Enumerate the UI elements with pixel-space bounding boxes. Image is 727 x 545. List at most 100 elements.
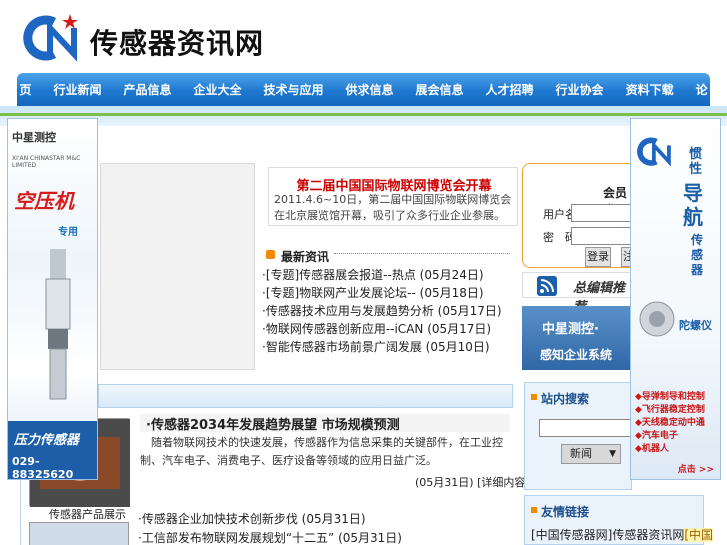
ad-small-title: 惯性	[689, 147, 703, 177]
banner-line1: 中星测控·	[542, 322, 599, 337]
news-date: (05月31日)	[301, 512, 366, 526]
nav-item-forum[interactable]: 论 坛	[685, 81, 727, 98]
article-title[interactable]: ·传感器2034年发展趋势展望 市场规模预测	[140, 414, 510, 433]
chevron-down-icon: ▼	[609, 449, 616, 459]
news-date: (05月10日)	[425, 340, 490, 354]
pressure-sensor-icon	[45, 249, 71, 400]
list-item[interactable]: ·工信部发布物联网发展规划“十二五” (05月31日)	[138, 529, 402, 545]
page: 传感器资讯网 首 页 行业新闻 产品信息 企业大全 技术与应用 供求信息 展会信…	[0, 0, 727, 545]
main-nav: 首 页 行业新闻 产品信息 企业大全 技术与应用 供求信息 展会信息 人才招聘 …	[3, 73, 724, 106]
headline-desc: 2011.4.6~10日，第二届中国国际物联网博览会在北京展览馆开幕，吸引了众多…	[274, 193, 512, 222]
friend-title: 友情链接	[541, 505, 590, 519]
nav-item-supply[interactable]: 供求信息	[335, 81, 405, 98]
ad-brand: 中星测控	[12, 131, 56, 144]
news-title[interactable]: ·[专题]传感器展会报道--热点	[262, 268, 416, 282]
ad-feature: ◆机器人	[635, 444, 669, 454]
ad-title-sub: 专用	[58, 227, 78, 238]
dotted-divider	[334, 253, 510, 254]
bullet-icon	[531, 507, 537, 513]
news-title[interactable]: ·智能传感器市场前景广阔发展	[262, 340, 422, 354]
ad-band-title: 压力传感器	[14, 433, 80, 448]
login-panel: 会员登录 用户名： 密 码： 登录 注册	[522, 163, 647, 268]
article-more-link[interactable]: [详细内容]	[477, 476, 530, 489]
lower-news-list: ·传感器企业加快技术创新步伐 (05月31日) ·工信部发布物联网发展规划“十二…	[138, 510, 402, 545]
news-heading: 最新资讯	[281, 250, 330, 264]
list-item[interactable]: ·传感器技术应用与发展趋势分析 (05月17日)	[262, 302, 522, 320]
nav-underband	[0, 106, 727, 126]
bullet-icon	[266, 250, 275, 259]
focus-image-box[interactable]	[100, 163, 255, 370]
list-item[interactable]: ·传感器企业加快技术创新步伐 (05月31日)	[138, 510, 402, 529]
news-list: ·[专题]传感器展会报道--热点 (05月24日) ·[专题]物联网产业发展论坛…	[262, 266, 522, 356]
banner-line2: 感知企业系统	[540, 348, 613, 362]
friend-links-panel: 友情链接 [中国传感器网]传感器资讯网[中国	[524, 495, 714, 545]
company-banner[interactable]: 中星测控· 感知企业系统	[522, 306, 632, 370]
gyroscope-icon	[639, 301, 675, 337]
news-header: 最新资讯	[266, 248, 516, 264]
nav-divider	[0, 113, 727, 116]
article-meta: (05月31日) [详细内容]	[415, 474, 530, 490]
login-button[interactable]: 登录	[585, 247, 611, 267]
nav-item-tech[interactable]: 技术与应用	[252, 81, 334, 98]
search-panel: 站内搜索 新闻 ▼	[524, 382, 633, 490]
article-body: 随着物联网技术的快速发展，传感器作为信息采集的关键部件，在工业控制、汽车电子、消…	[140, 436, 503, 467]
news-date: (05月17日)	[427, 322, 492, 336]
search-category-select[interactable]: 新闻 ▼	[561, 444, 621, 464]
ad-feature: ◆天线稳定动中通	[635, 418, 705, 428]
news-date: (05月31日)	[338, 531, 402, 545]
friend-link-highlight[interactable]: [中国	[684, 528, 714, 542]
news-date: (05月24日)	[419, 268, 484, 282]
news-title[interactable]: ·工信部发布物联网发展规划“十二五”	[138, 531, 334, 545]
nav-item-news[interactable]: 行业新闻	[42, 81, 112, 98]
nav-item-download[interactable]: 资料下载	[615, 81, 685, 98]
select-value: 新闻	[570, 447, 592, 460]
nav-item-jobs[interactable]: 人才招聘	[475, 81, 545, 98]
photo-caption[interactable]: 传感器产品展示	[49, 506, 126, 522]
section-header-bar	[98, 384, 513, 408]
rss-box[interactable]: 总编辑推荐	[522, 272, 632, 315]
news-title[interactable]: ·物联网传感器创新应用--iCAN	[262, 322, 423, 336]
ad-vertical-title: 导航	[683, 181, 703, 229]
header: 传感器资讯网	[0, 0, 727, 75]
product-photo-2[interactable]	[29, 522, 129, 545]
ad-title: 空压机	[14, 189, 74, 213]
ad-brand-sub: XI'AN CHINASTAR M&C LIMITED	[12, 155, 81, 169]
bullet-icon	[531, 394, 537, 400]
news-title[interactable]: ·传感器技术应用与发展趋势分析	[262, 304, 434, 318]
right-float-ad[interactable]: 惯性 导航 传感器 陀螺仪 ◆导弹制导和控制 ◆飞行器稳定控制 ◆天线稳定动中通…	[630, 118, 721, 480]
ad-feature: ◆导弹制导和控制	[635, 392, 705, 402]
ad-feature: ◆汽车电子	[635, 431, 678, 441]
list-item[interactable]: ·[专题]物联网产业发展论坛-- (05月18日)	[262, 284, 522, 302]
ad-suffix: 传感器	[691, 233, 704, 277]
headline-box: 第二届中国国际物联网博览会开幕 2011.4.6~10日，第二届中国国际物联网博…	[268, 167, 518, 226]
news-date: (05月18日)	[419, 286, 484, 300]
ad-logo-icon	[637, 137, 671, 167]
ad-phone: 029-88325620	[12, 455, 74, 480]
search-input[interactable]	[539, 419, 633, 437]
article-date: (05月31日)	[415, 476, 474, 489]
site-logo[interactable]: 传感器资讯网	[20, 12, 270, 62]
friend-link[interactable]: [中国传感器网]传感器资讯网[中国	[531, 526, 714, 543]
ad-band: 压力传感器 029-88325620	[8, 421, 97, 480]
nav-item-products[interactable]: 产品信息	[112, 81, 182, 98]
list-item[interactable]: ·[专题]传感器展会报道--热点 (05月24日)	[262, 266, 522, 284]
ad-gyro-label: 陀螺仪	[679, 319, 712, 332]
ad-feature-list: ◆导弹制导和控制 ◆飞行器稳定控制 ◆天线稳定动中通 ◆汽车电子 ◆机器人	[635, 391, 705, 456]
nav-item-companies[interactable]: 企业大全	[182, 81, 252, 98]
nav-item-assoc[interactable]: 行业协会	[545, 81, 615, 98]
list-item[interactable]: ·物联网传感器创新应用--iCAN (05月17日)	[262, 320, 522, 338]
news-date: (05月17日)	[437, 304, 502, 318]
logo-text: 传感器资讯网	[90, 27, 265, 60]
news-title[interactable]: ·传感器企业加快技术创新步伐	[138, 512, 298, 526]
ad-feature: ◆飞行器稳定控制	[635, 405, 705, 415]
ad-more-link[interactable]: 点击 >>	[678, 462, 714, 475]
left-float-ad[interactable]: 中星测控 XI'AN CHINASTAR M&C LIMITED 空压机 专用 …	[7, 118, 98, 480]
nav-item-expo[interactable]: 展会信息	[405, 81, 475, 98]
search-title: 站内搜索	[541, 392, 590, 406]
list-item[interactable]: ·智能传感器市场前景广阔发展 (05月10日)	[262, 338, 522, 356]
logo-cn-icon	[23, 14, 78, 62]
friend-link-text[interactable]: [中国传感器网]传感器资讯网	[531, 528, 684, 542]
nav-item-home[interactable]: 首 页	[0, 81, 42, 98]
news-title[interactable]: ·[专题]物联网产业发展论坛--	[262, 286, 416, 300]
rss-icon	[537, 276, 557, 296]
